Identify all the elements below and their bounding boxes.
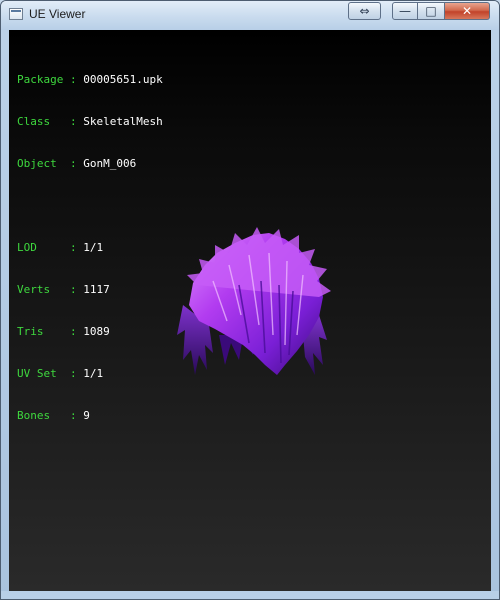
info-label-uvset: UV Set bbox=[17, 367, 64, 380]
info-row-lod: LOD : 1/1 bbox=[17, 241, 163, 255]
info-label-verts: Verts bbox=[17, 283, 64, 296]
info-value-verts: 1117 bbox=[83, 283, 110, 296]
window-bottom-frame bbox=[1, 591, 499, 599]
info-spacer bbox=[17, 199, 163, 213]
app-window: UE Viewer ⇔ — □ ✕ Package : 00005651.upk… bbox=[0, 0, 500, 600]
info-row-package: Package : 00005651.upk bbox=[17, 73, 163, 87]
info-value-package: 00005651.upk bbox=[83, 73, 163, 86]
info-value-lod: 1/1 bbox=[83, 241, 104, 254]
app-window-icon bbox=[9, 8, 23, 20]
info-value-tris: 1089 bbox=[83, 325, 110, 338]
info-separator: : bbox=[63, 367, 84, 380]
info-label-tris: Tris bbox=[17, 325, 64, 338]
minimize-button[interactable]: — bbox=[392, 2, 418, 20]
info-label-lod: LOD bbox=[17, 241, 64, 254]
info-row-verts: Verts : 1117 bbox=[17, 283, 163, 297]
info-separator: : bbox=[63, 157, 84, 170]
close-icon: ✕ bbox=[461, 4, 473, 18]
info-value-bones: 9 bbox=[83, 409, 90, 422]
info-value-object: GonM_006 bbox=[83, 157, 137, 170]
maximize-button[interactable]: □ bbox=[418, 2, 445, 20]
info-row-object: Object : GonM_006 bbox=[17, 157, 163, 171]
info-label-object: Object bbox=[17, 157, 64, 170]
info-separator: : bbox=[63, 241, 84, 254]
window-title: UE Viewer bbox=[29, 7, 86, 21]
minimize-icon: — bbox=[399, 4, 411, 18]
close-button[interactable]: ✕ bbox=[445, 2, 490, 20]
mesh-info-overlay: Package : 00005651.upk Class : SkeletalM… bbox=[17, 45, 163, 451]
swap-arrows-icon: ⇔ bbox=[359, 4, 370, 18]
swap-button[interactable]: ⇔ bbox=[348, 2, 381, 20]
info-separator: : bbox=[63, 283, 84, 296]
info-separator: : bbox=[63, 409, 84, 422]
info-label-bones: Bones bbox=[17, 409, 64, 422]
info-row-bones: Bones : 9 bbox=[17, 409, 163, 423]
info-value-uvset: 1/1 bbox=[83, 367, 104, 380]
info-row-class: Class : SkeletalMesh bbox=[17, 115, 163, 129]
info-row-tris: Tris : 1089 bbox=[17, 325, 163, 339]
maximize-icon: □ bbox=[425, 4, 437, 18]
info-value-class: SkeletalMesh bbox=[83, 115, 163, 128]
info-separator: : bbox=[63, 73, 84, 86]
info-label-class: Class bbox=[17, 115, 64, 128]
info-separator: : bbox=[63, 325, 84, 338]
3d-viewport[interactable]: Package : 00005651.upk Class : SkeletalM… bbox=[9, 30, 491, 593]
info-separator: : bbox=[63, 115, 84, 128]
title-bar[interactable]: UE Viewer ⇔ — □ ✕ bbox=[1, 1, 499, 30]
info-label-package: Package bbox=[17, 73, 64, 86]
hair-mesh-render[interactable] bbox=[169, 225, 339, 395]
info-row-uvset: UV Set : 1/1 bbox=[17, 367, 163, 381]
